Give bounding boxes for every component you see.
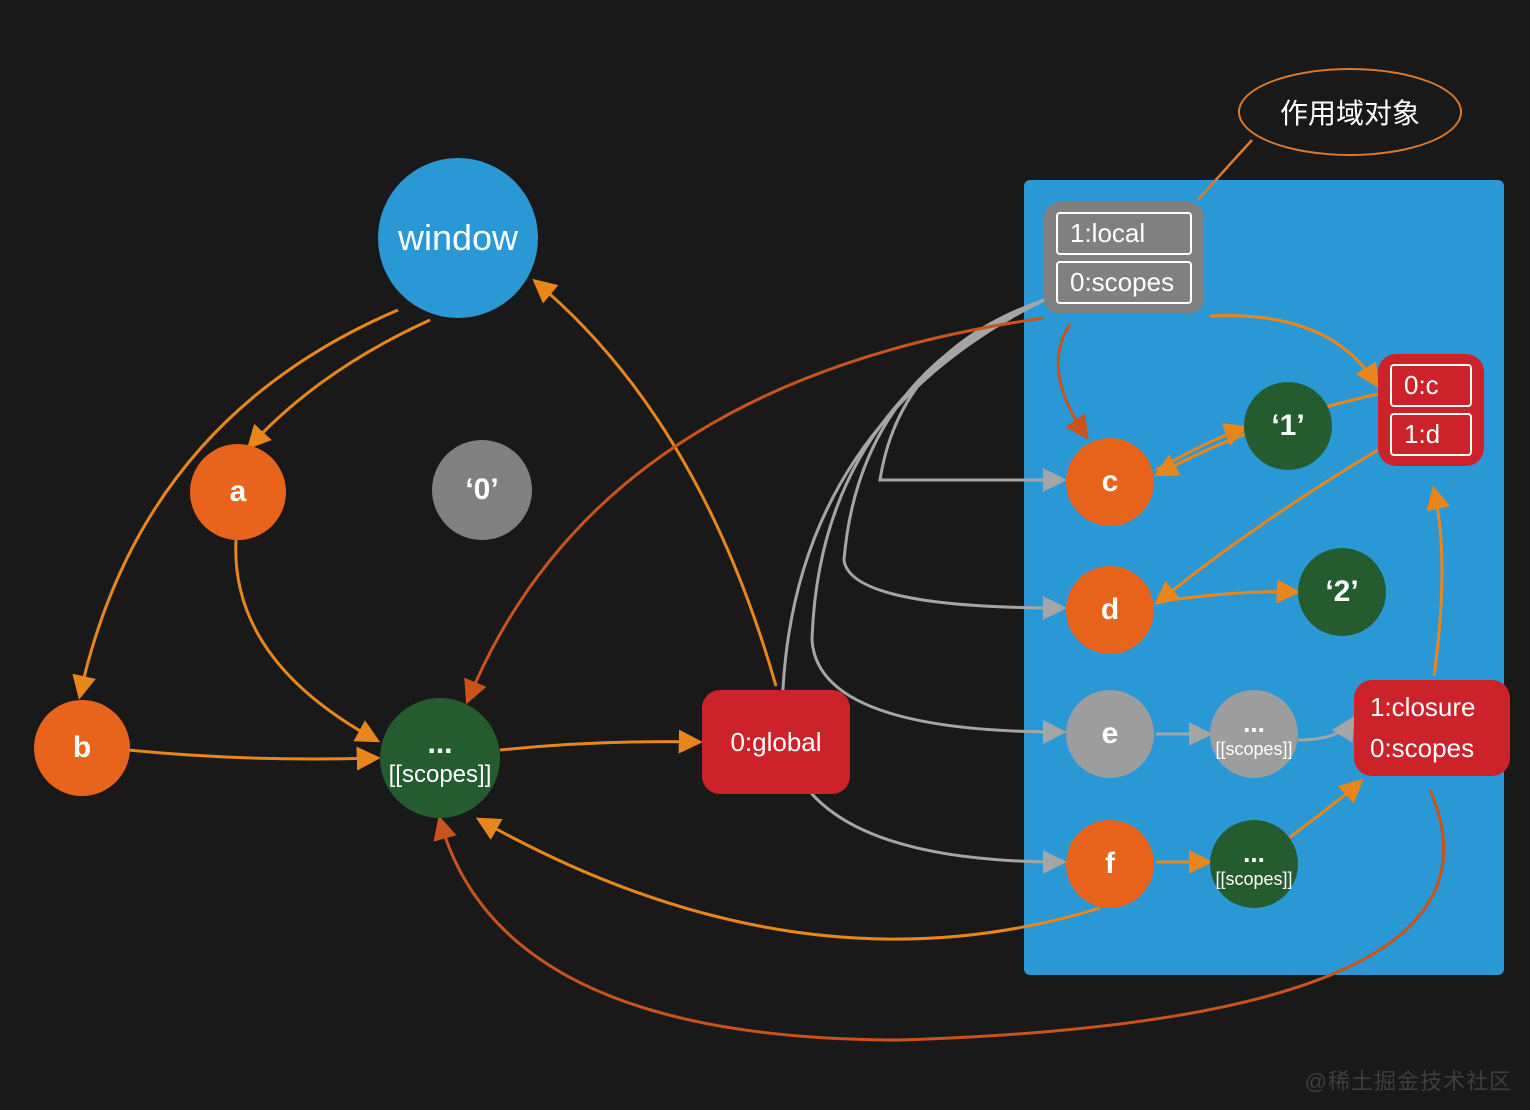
node-two: ‘2’ bbox=[1298, 548, 1386, 636]
node-f: f bbox=[1066, 820, 1154, 908]
closure-cell-c: 0:c bbox=[1390, 364, 1472, 407]
node-scopes-main-dots: ... bbox=[427, 727, 452, 762]
closure-scope-cell-scopes: 0:scopes bbox=[1366, 731, 1498, 766]
node-one-label: ‘1’ bbox=[1271, 409, 1304, 443]
node-e-label: e bbox=[1102, 717, 1119, 751]
closure-scope-cell-closure: 1:closure bbox=[1366, 690, 1498, 725]
node-scopes-f-dots: ... bbox=[1243, 839, 1265, 869]
node-c-label: c bbox=[1102, 465, 1119, 499]
watermark: @稀土掘金技术社区 bbox=[1305, 1064, 1512, 1096]
node-window: window bbox=[378, 158, 538, 318]
node-b-label: b bbox=[73, 731, 91, 765]
callout-label: 作用域对象 bbox=[1280, 92, 1420, 132]
closure-scope-box: 1:closure 0:scopes bbox=[1354, 680, 1510, 776]
node-global: 0:global bbox=[702, 690, 850, 794]
node-scopes-e-dots: ... bbox=[1243, 709, 1265, 739]
node-zero: ‘0’ bbox=[432, 440, 532, 540]
node-a: a bbox=[190, 444, 286, 540]
node-zero-label: ‘0’ bbox=[465, 473, 498, 507]
node-scopes-f-label: [[scopes]] bbox=[1215, 869, 1292, 890]
node-b: b bbox=[34, 700, 130, 796]
node-c: c bbox=[1066, 438, 1154, 526]
node-scopes-main: ... [[scopes]] bbox=[380, 698, 500, 818]
scope-cell-local: 1:local bbox=[1056, 212, 1192, 255]
node-a-label: a bbox=[230, 475, 247, 509]
closure-vars-box: 0:c 1:d bbox=[1378, 354, 1484, 466]
node-one: ‘1’ bbox=[1244, 382, 1332, 470]
node-scopes-e-label: [[scopes]] bbox=[1215, 739, 1292, 760]
node-scopes-main-label: [[scopes]] bbox=[389, 761, 492, 789]
closure-cell-d: 1:d bbox=[1390, 413, 1472, 456]
node-global-label: 0:global bbox=[730, 727, 821, 758]
node-e: e bbox=[1066, 690, 1154, 778]
node-scopes-f: ... [[scopes]] bbox=[1210, 820, 1298, 908]
node-two-label: ‘2’ bbox=[1325, 575, 1358, 609]
scope-stack-box: 1:local 0:scopes bbox=[1044, 202, 1204, 314]
node-d-label: d bbox=[1101, 593, 1119, 627]
callout-scope-object: 作用域对象 bbox=[1238, 68, 1462, 156]
node-scopes-e: ... [[scopes]] bbox=[1210, 690, 1298, 778]
node-d: d bbox=[1066, 566, 1154, 654]
scope-cell-scopes: 0:scopes bbox=[1056, 261, 1192, 304]
node-f-label: f bbox=[1105, 847, 1115, 881]
node-window-label: window bbox=[398, 217, 518, 259]
